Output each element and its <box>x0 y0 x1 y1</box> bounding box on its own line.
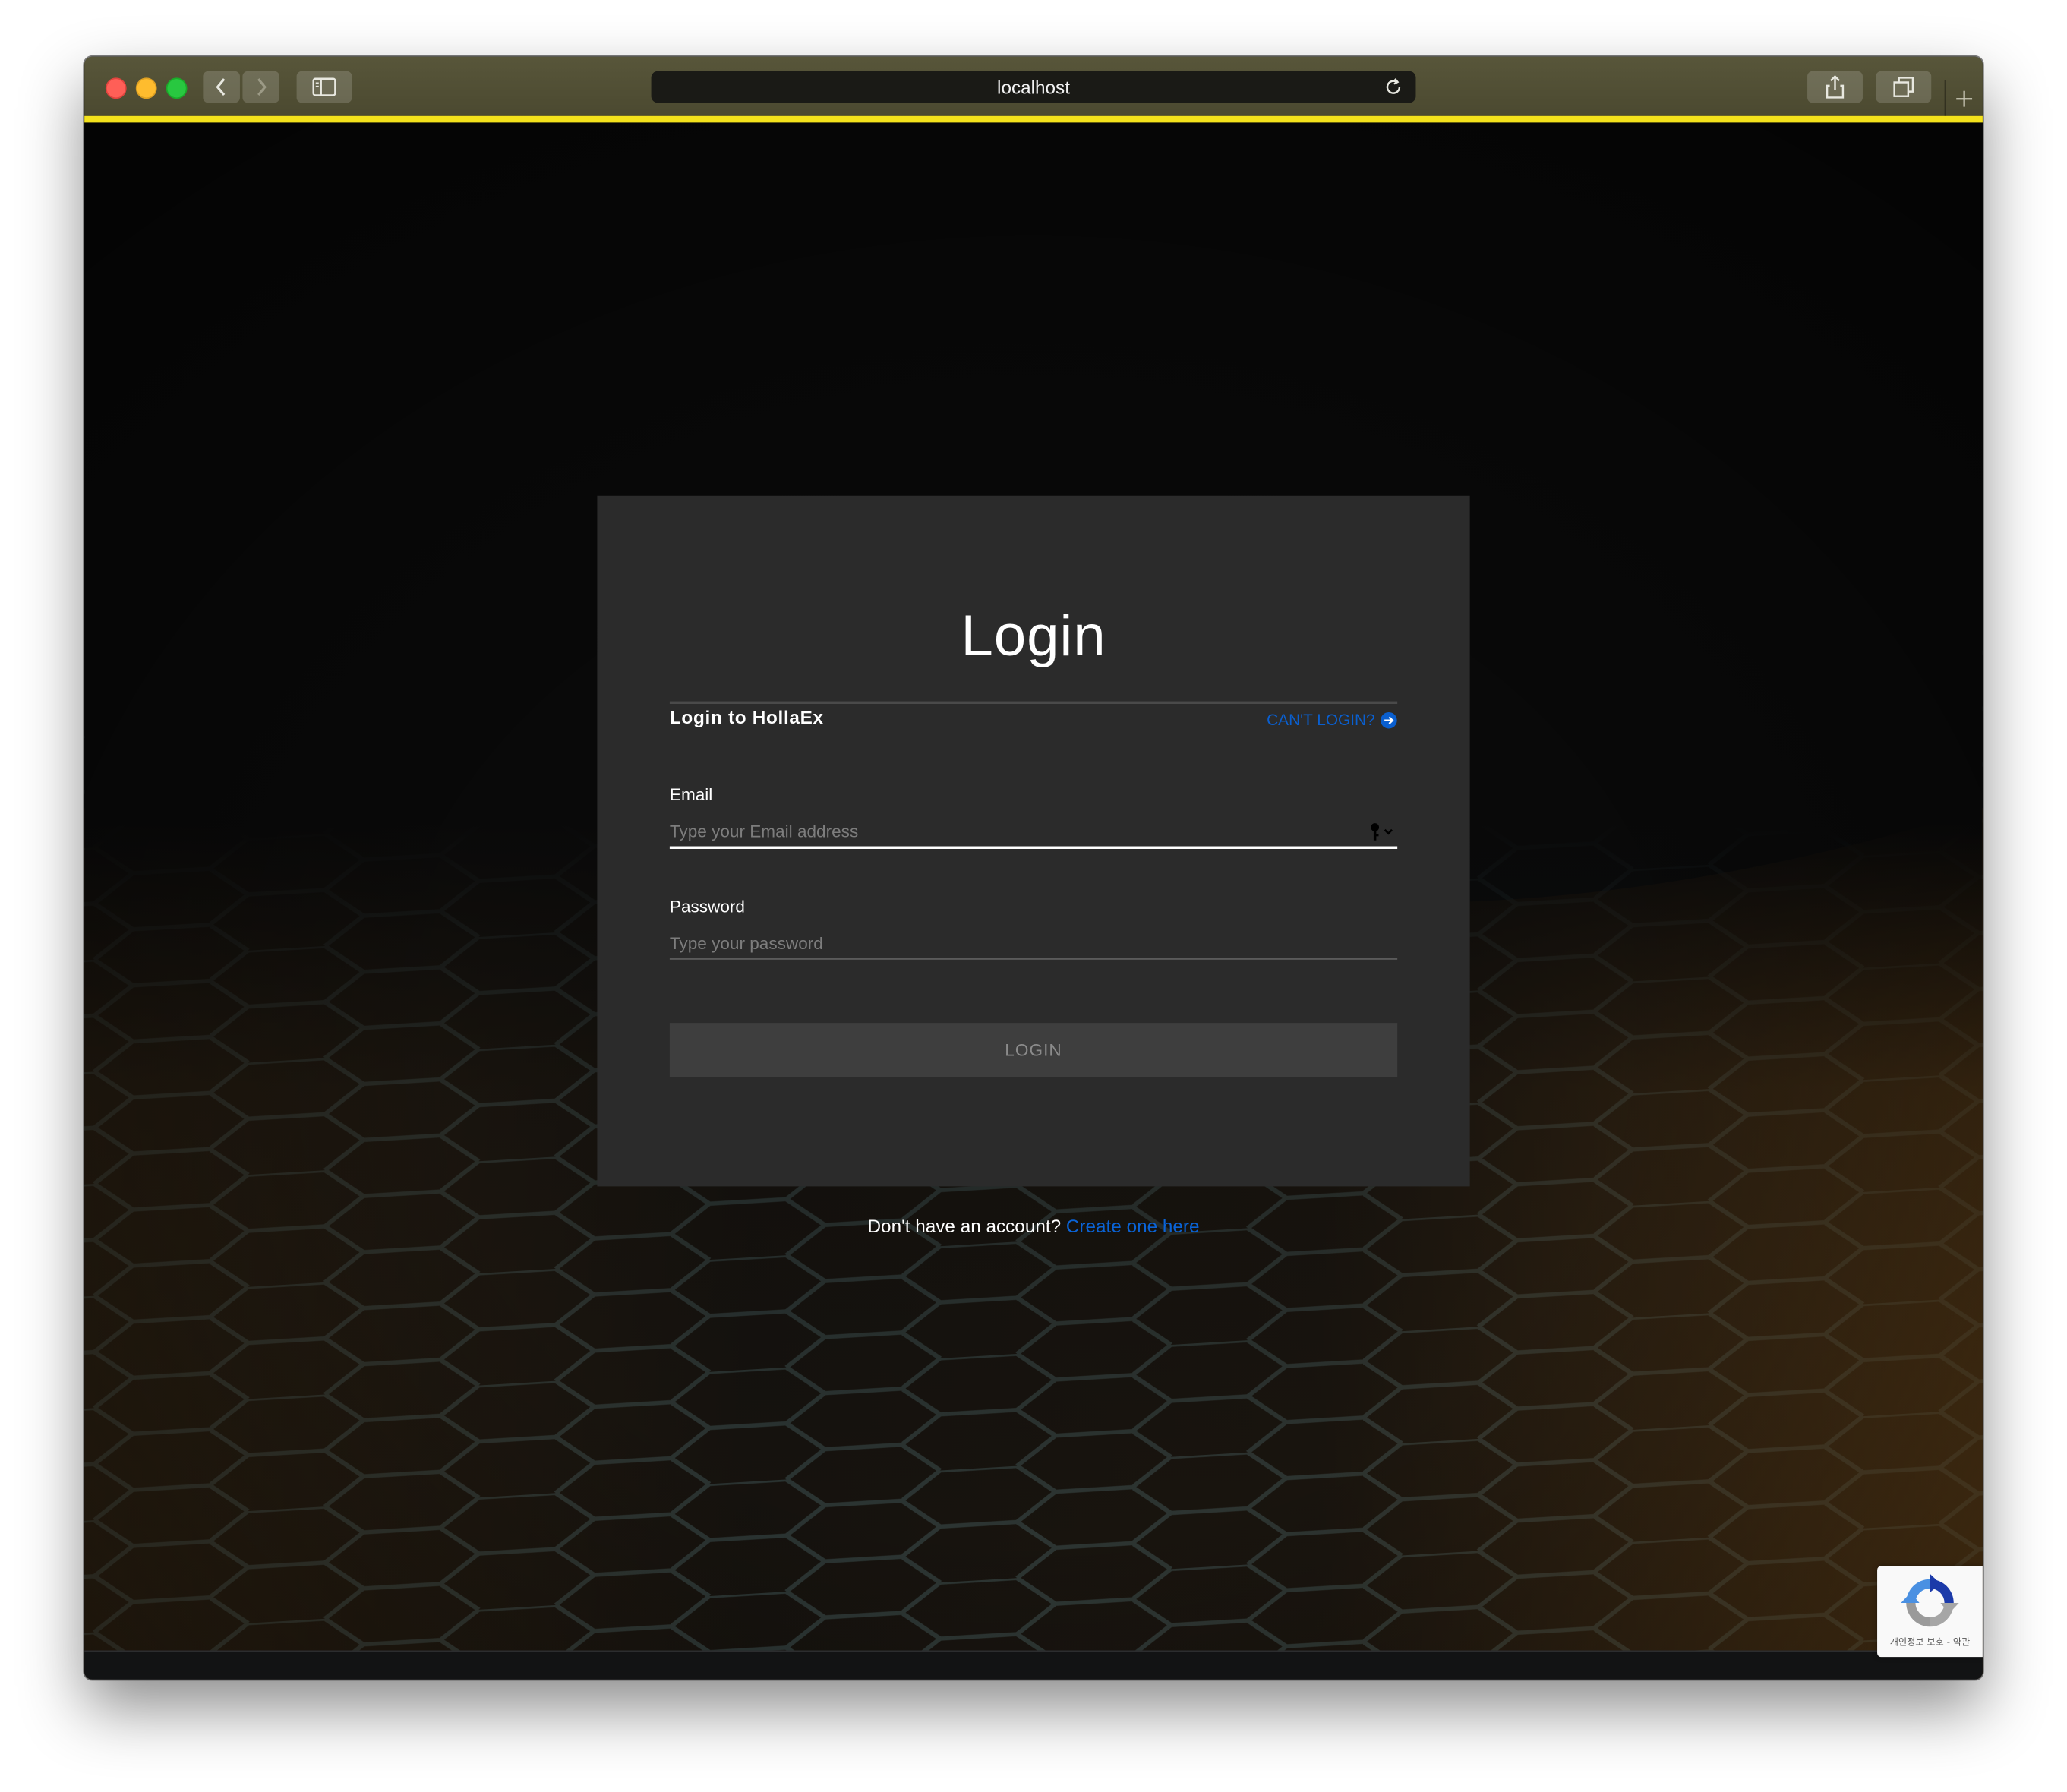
recaptcha-logo-icon <box>1901 1573 1959 1627</box>
chevron-left-icon <box>216 78 226 96</box>
sidebar-icon <box>312 77 336 96</box>
tab-overview-button[interactable] <box>1876 71 1932 103</box>
page-title: Login <box>961 604 1106 669</box>
back-button[interactable] <box>203 71 240 103</box>
arrow-circle-right-icon <box>1381 711 1397 728</box>
page-footer-strip <box>84 1650 1983 1680</box>
share-icon <box>1826 74 1845 99</box>
tabs-icon <box>1893 77 1914 97</box>
minimize-window-button[interactable] <box>135 77 157 99</box>
chevron-right-icon <box>257 78 267 96</box>
browser-toolbar: localhost <box>84 56 1983 123</box>
login-subtitle: Login to HollaEx <box>669 706 824 728</box>
password-field[interactable] <box>669 926 1398 959</box>
password-underline <box>669 958 1398 960</box>
password-manager-key-icon[interactable] <box>1370 822 1397 841</box>
password-label: Password <box>669 896 745 917</box>
cant-login-label: CAN'T LOGIN? <box>1267 710 1375 730</box>
recaptcha-terms[interactable]: 개인정보 보호 - 약관 <box>1877 1636 1983 1648</box>
new-tab-button[interactable] <box>1944 80 1983 116</box>
browser-window: localhost Login Login to HollaEx CAN'T L… <box>84 56 1983 1680</box>
address-bar[interactable]: localhost <box>651 71 1416 103</box>
title-divider <box>669 701 1398 705</box>
zoom-window-button[interactable] <box>166 77 188 99</box>
signup-prompt: Don't have an account? Create one here <box>84 1216 1983 1237</box>
page-content: Login Login to HollaEx CAN'T LOGIN? Emai… <box>84 122 1983 1680</box>
email-field[interactable] <box>669 814 1398 847</box>
reload-icon[interactable] <box>1384 77 1403 96</box>
login-card: Login Login to HollaEx CAN'T LOGIN? Emai… <box>597 495 1470 1187</box>
address-text: localhost <box>997 76 1070 98</box>
email-underline <box>669 846 1398 849</box>
forward-button[interactable] <box>242 71 280 103</box>
plus-icon <box>1956 90 1973 106</box>
close-window-button[interactable] <box>105 77 127 99</box>
recaptcha-badge[interactable]: 개인정보 보호 - 약관 <box>1877 1566 1983 1658</box>
email-label: Email <box>669 784 713 804</box>
create-account-link[interactable]: Create one here <box>1066 1216 1200 1237</box>
signup-question: Don't have an account? <box>867 1215 1062 1237</box>
share-button[interactable] <box>1807 71 1863 103</box>
login-button[interactable]: LOGIN <box>669 1023 1398 1077</box>
cant-login-link[interactable]: CAN'T LOGIN? <box>1267 711 1397 729</box>
sidebar-toggle-button[interactable] <box>296 71 352 103</box>
